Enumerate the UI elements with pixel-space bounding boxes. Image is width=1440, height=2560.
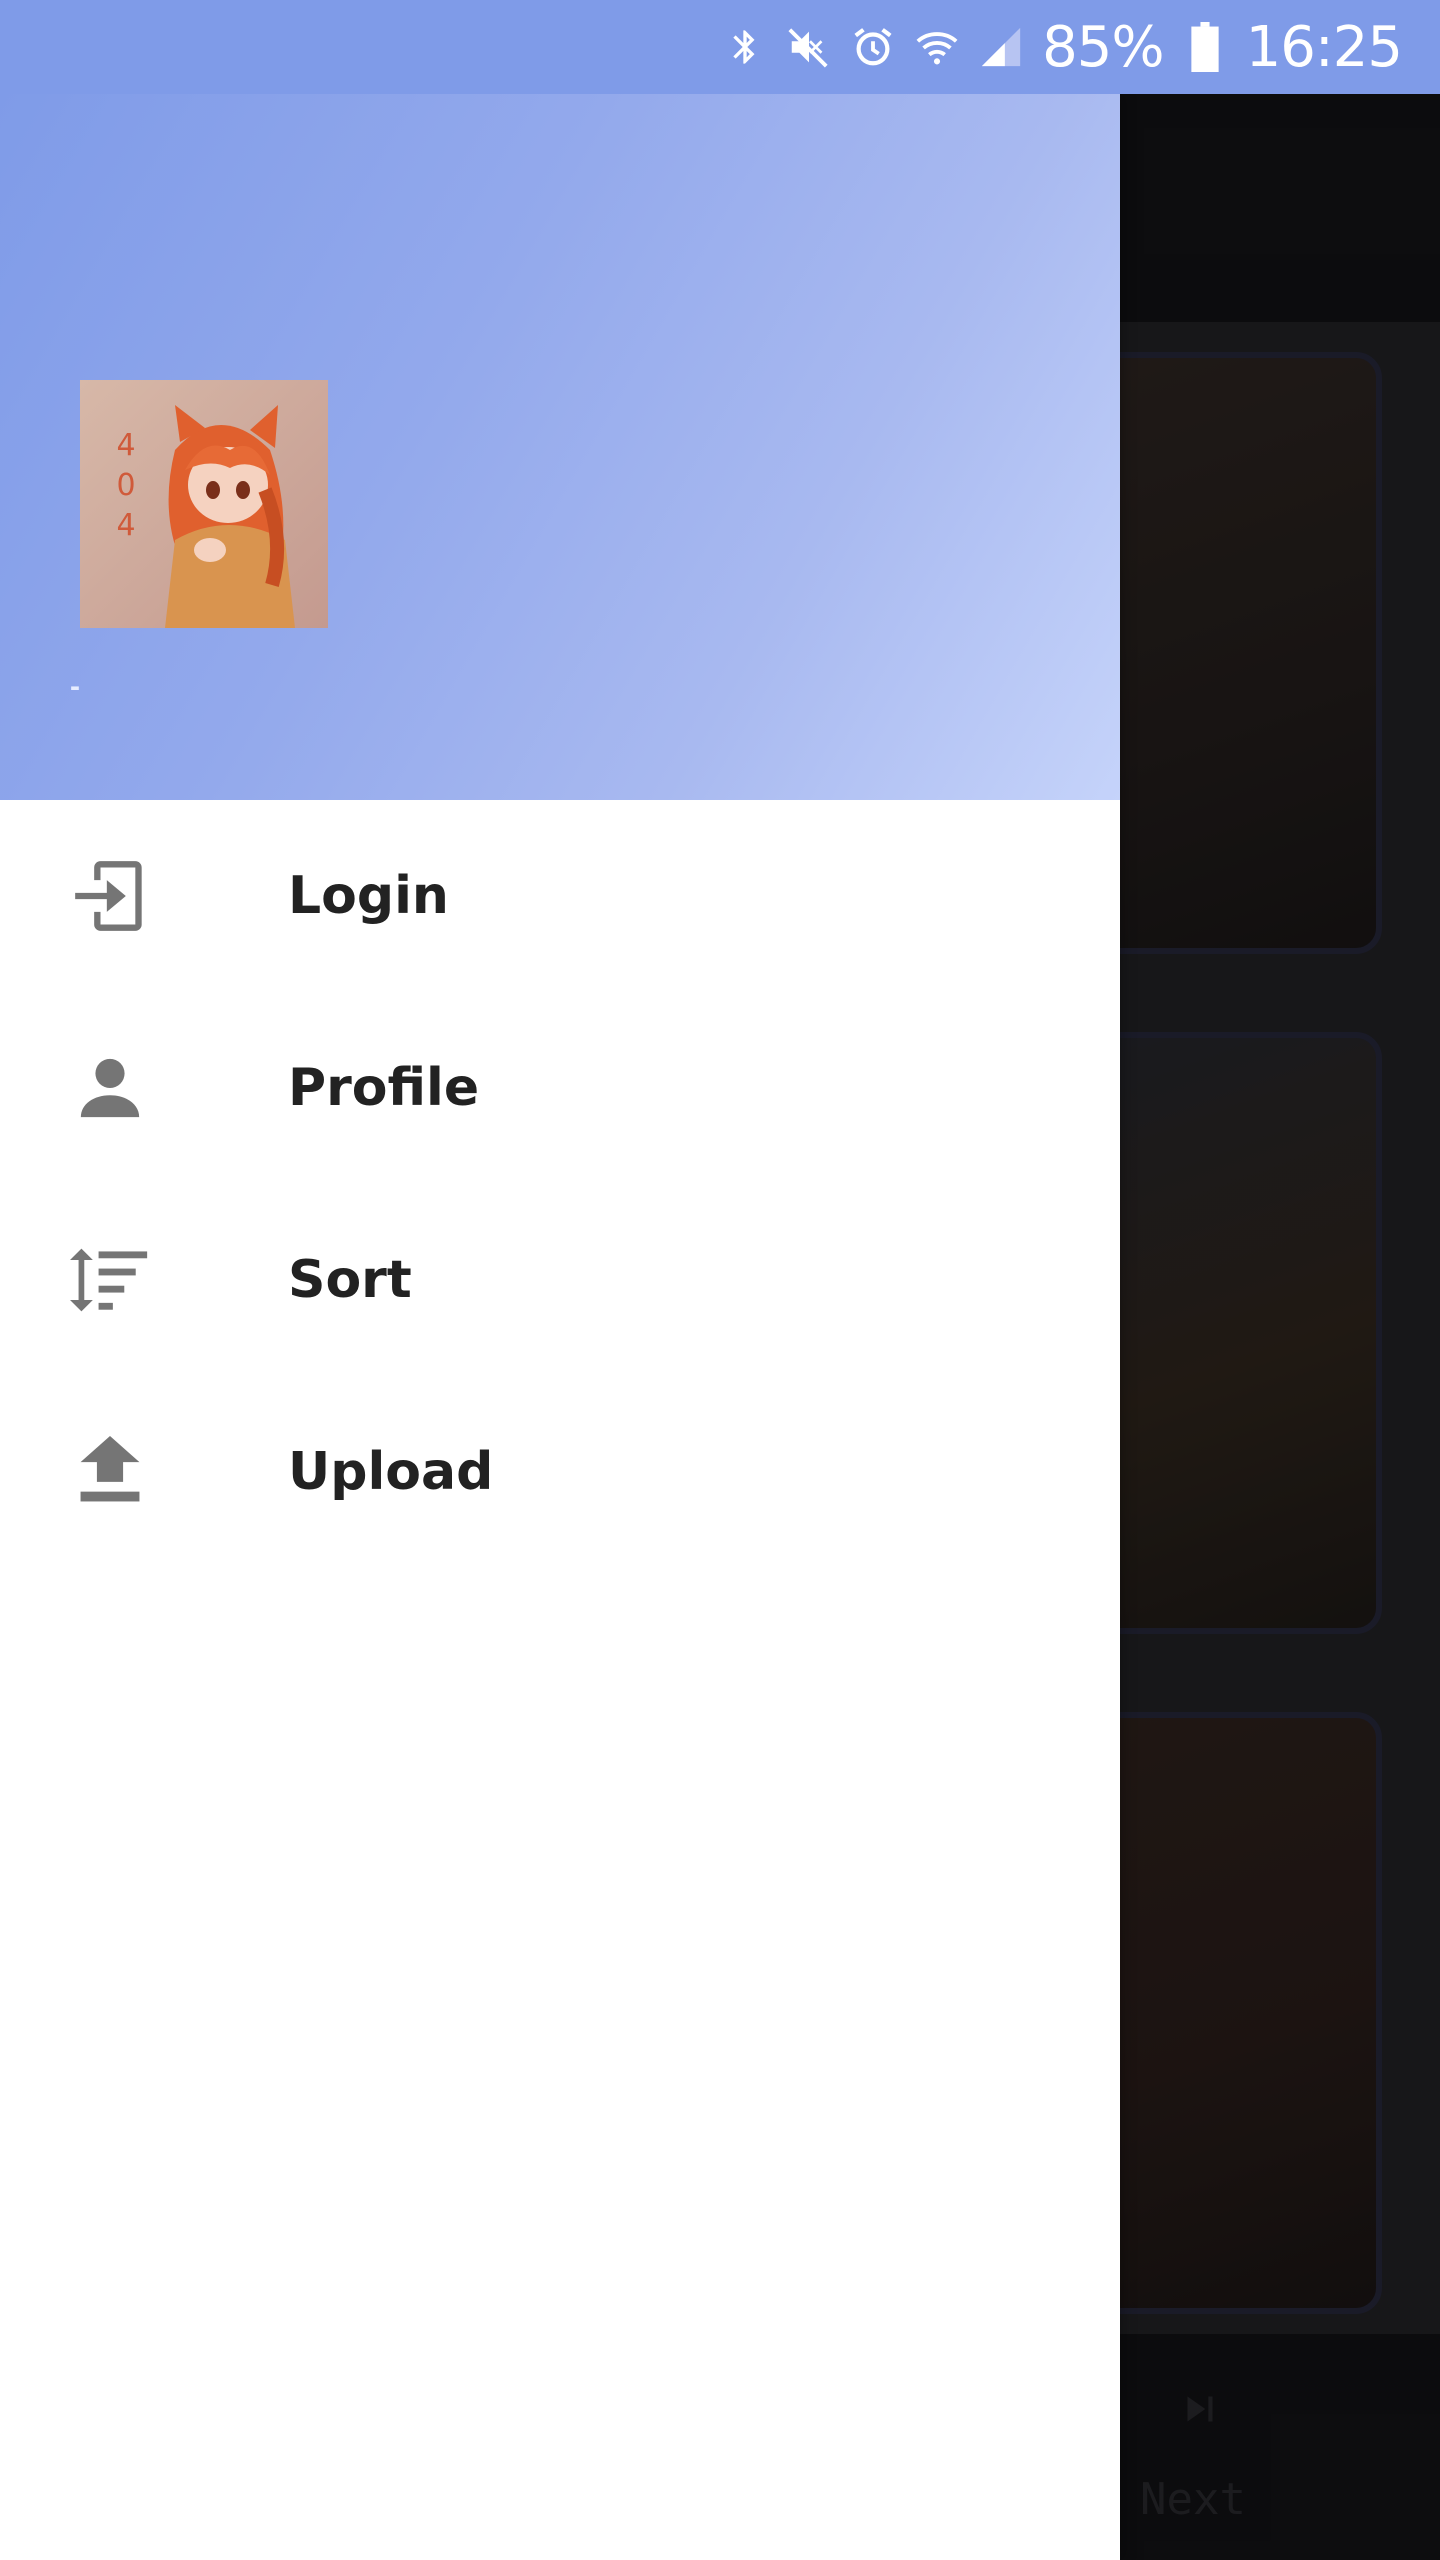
menu-item-sort[interactable]: Sort (0, 1184, 1120, 1376)
menu-item-label: Login (288, 866, 449, 926)
menu-item-profile[interactable]: Profile (0, 992, 1120, 1184)
upload-icon (70, 1432, 150, 1512)
avatar-404-text: 4 0 4 (116, 428, 136, 543)
status-bar: 85% 16:25 (0, 0, 1440, 94)
person-icon (70, 1048, 150, 1128)
login-icon (70, 856, 150, 936)
drawer-header: 4 0 4 - (0, 94, 1120, 800)
menu-item-upload[interactable]: Upload (0, 1376, 1120, 1568)
battery-percent: 85% (1042, 14, 1164, 80)
drawer-menu: Login Profile Sort Upload (0, 800, 1120, 1568)
mute-icon (786, 24, 832, 70)
avatar[interactable]: 4 0 4 (80, 380, 328, 628)
signal-icon (978, 24, 1024, 70)
wifi-icon (914, 24, 960, 70)
navigation-drawer: 4 0 4 - Login Profile Sort Upload (0, 94, 1120, 2560)
bluetooth-icon (722, 24, 768, 70)
menu-item-label: Profile (288, 1058, 480, 1118)
menu-item-label: Upload (288, 1442, 494, 1502)
menu-item-label: Sort (288, 1250, 412, 1310)
clock: 16:25 (1245, 14, 1403, 80)
menu-item-login[interactable]: Login (0, 800, 1120, 992)
battery-icon (1182, 22, 1228, 72)
sort-icon (70, 1240, 150, 1320)
alarm-icon (850, 24, 896, 70)
username: - (70, 670, 80, 703)
